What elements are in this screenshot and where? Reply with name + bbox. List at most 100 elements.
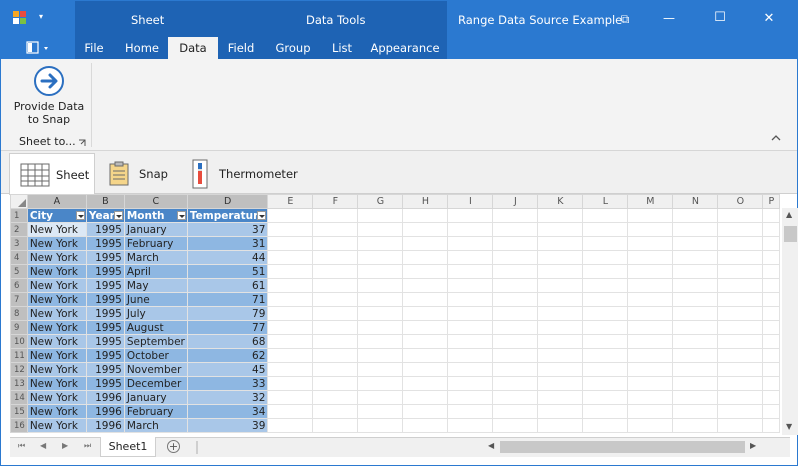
horizontal-scroll-thumb[interactable]: [500, 441, 745, 453]
year-cell[interactable]: 1995: [85, 278, 125, 293]
cell[interactable]: [717, 404, 764, 419]
cell[interactable]: [627, 348, 674, 363]
city-cell[interactable]: New York: [26, 292, 87, 307]
cell[interactable]: [762, 376, 781, 391]
cell[interactable]: [402, 264, 449, 279]
quick-access-dropdown-icon[interactable]: ▾: [39, 12, 43, 21]
row-header[interactable]: 13: [10, 376, 28, 391]
row-header[interactable]: 5: [10, 264, 28, 279]
filter-dropdown-icon[interactable]: [257, 211, 267, 220]
cell[interactable]: [357, 418, 404, 433]
city-cell[interactable]: New York: [26, 404, 87, 419]
cell[interactable]: [537, 334, 584, 349]
cell[interactable]: [627, 278, 674, 293]
column-header[interactable]: H: [402, 194, 449, 209]
cell[interactable]: [672, 278, 719, 293]
cell[interactable]: [267, 236, 314, 251]
cell[interactable]: [312, 250, 359, 265]
row-header[interactable]: 4: [10, 250, 28, 265]
cell[interactable]: [267, 320, 314, 335]
cell[interactable]: [492, 306, 539, 321]
tab-group[interactable]: Group: [269, 37, 317, 59]
cell[interactable]: [582, 292, 629, 307]
cell[interactable]: [492, 250, 539, 265]
year-cell[interactable]: 1995: [85, 222, 125, 237]
cell[interactable]: [312, 306, 359, 321]
temperature-cell[interactable]: 32: [186, 390, 269, 405]
table-header-cell[interactable]: Temperature: [186, 208, 269, 223]
year-cell[interactable]: 1996: [85, 404, 125, 419]
month-cell[interactable]: August: [123, 320, 188, 335]
cell[interactable]: [447, 348, 494, 363]
cell[interactable]: [717, 320, 764, 335]
column-header[interactable]: J: [492, 194, 539, 209]
month-cell[interactable]: May: [123, 278, 188, 293]
table-header-cell[interactable]: City: [26, 208, 87, 223]
year-cell[interactable]: 1995: [85, 376, 125, 391]
year-cell[interactable]: 1995: [85, 306, 125, 321]
row-header[interactable]: 11: [10, 348, 28, 363]
cell[interactable]: [582, 208, 629, 223]
next-sheet-icon[interactable]: ▶: [62, 441, 68, 450]
month-cell[interactable]: December: [123, 376, 188, 391]
cell[interactable]: [357, 236, 404, 251]
cell[interactable]: [402, 278, 449, 293]
column-header[interactable]: D: [186, 194, 269, 209]
city-cell[interactable]: New York: [26, 362, 87, 377]
collapse-ribbon-icon[interactable]: [770, 133, 782, 143]
cell[interactable]: [447, 320, 494, 335]
cell[interactable]: [582, 278, 629, 293]
cell[interactable]: [582, 390, 629, 405]
cell[interactable]: [312, 390, 359, 405]
city-cell[interactable]: New York: [26, 250, 87, 265]
month-cell[interactable]: April: [123, 264, 188, 279]
cell[interactable]: [357, 348, 404, 363]
cell[interactable]: [627, 264, 674, 279]
cell[interactable]: [672, 236, 719, 251]
city-cell[interactable]: New York: [26, 390, 87, 405]
cell[interactable]: [312, 292, 359, 307]
column-header[interactable]: O: [717, 194, 764, 209]
cell[interactable]: [267, 292, 314, 307]
column-header[interactable]: K: [537, 194, 584, 209]
cell[interactable]: [402, 390, 449, 405]
app-menu-button[interactable]: [26, 41, 52, 55]
month-cell[interactable]: March: [123, 250, 188, 265]
temperature-cell[interactable]: 44: [186, 250, 269, 265]
cell[interactable]: [267, 222, 314, 237]
cell[interactable]: [357, 222, 404, 237]
cell[interactable]: [447, 222, 494, 237]
cell[interactable]: [357, 264, 404, 279]
cell[interactable]: [312, 320, 359, 335]
row-header[interactable]: 6: [10, 278, 28, 293]
month-cell[interactable]: February: [123, 236, 188, 251]
cell[interactable]: [537, 348, 584, 363]
provide-data-to-snap-button[interactable]: Provide Data to Snap: [13, 63, 85, 129]
cell[interactable]: [717, 362, 764, 377]
horizontal-scrollbar[interactable]: ◀ ▶: [488, 438, 788, 457]
cell[interactable]: [582, 250, 629, 265]
first-sheet-icon[interactable]: ⏮: [18, 441, 25, 451]
temperature-cell[interactable]: 77: [186, 320, 269, 335]
view-tab-thermometer[interactable]: Thermometer: [191, 153, 301, 194]
year-cell[interactable]: 1995: [85, 348, 125, 363]
cell[interactable]: [447, 278, 494, 293]
cell[interactable]: [627, 320, 674, 335]
cell[interactable]: [582, 222, 629, 237]
cell[interactable]: [672, 362, 719, 377]
cell[interactable]: [627, 404, 674, 419]
cell[interactable]: [402, 418, 449, 433]
cell[interactable]: [582, 264, 629, 279]
row-header[interactable]: 16: [10, 418, 28, 433]
month-cell[interactable]: September: [123, 334, 188, 349]
cell[interactable]: [357, 362, 404, 377]
add-sheet-button[interactable]: +: [167, 440, 180, 453]
cell[interactable]: [582, 236, 629, 251]
city-cell[interactable]: New York: [26, 320, 87, 335]
cell[interactable]: [312, 362, 359, 377]
cell[interactable]: [312, 348, 359, 363]
year-cell[interactable]: 1995: [85, 320, 125, 335]
cell[interactable]: [627, 222, 674, 237]
cell[interactable]: [717, 306, 764, 321]
cell[interactable]: [537, 362, 584, 377]
